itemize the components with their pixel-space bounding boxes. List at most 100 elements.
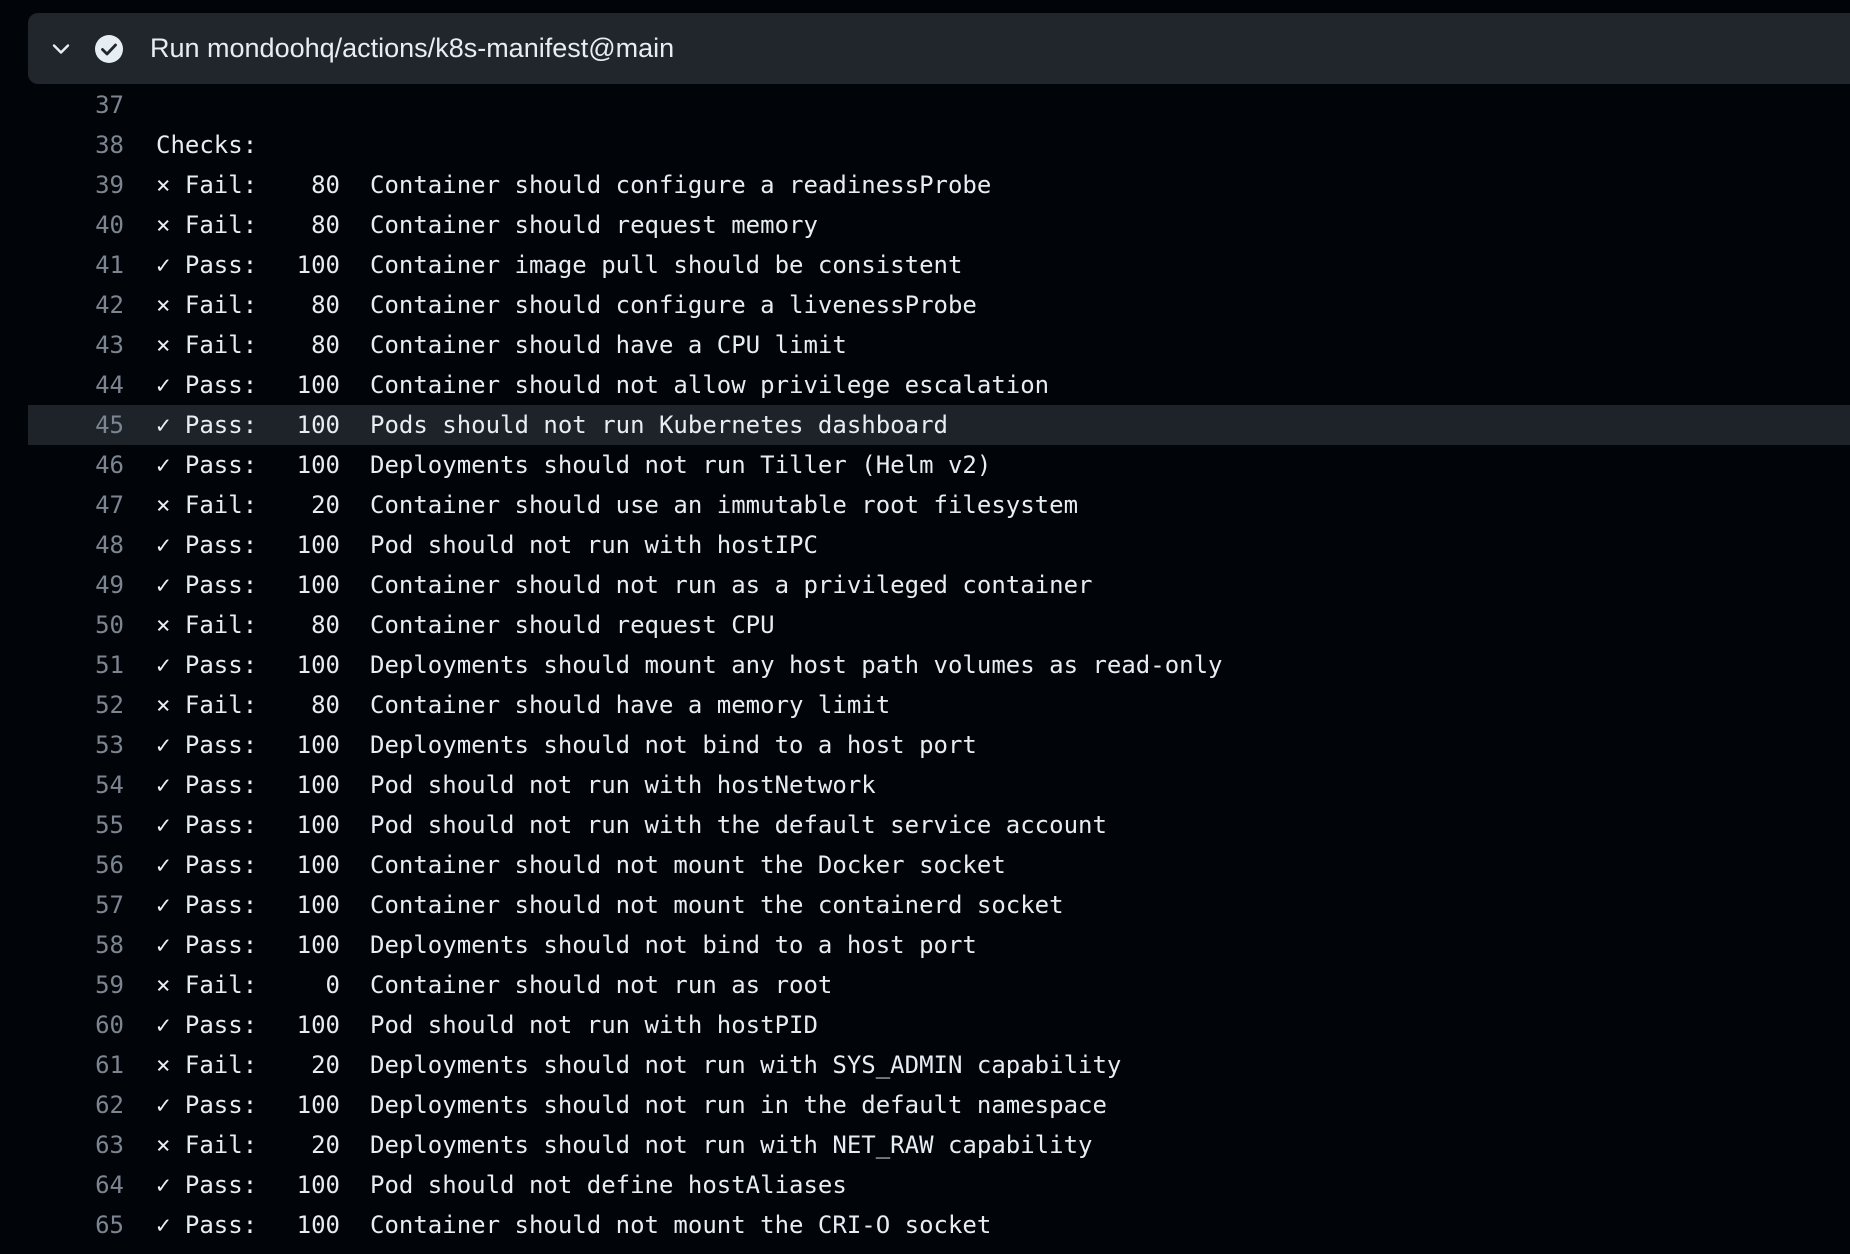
log-line[interactable]: 52 × Fail: 80 Container should have a memor… xyxy=(28,685,1850,725)
line-number[interactable]: 53 xyxy=(28,731,124,759)
line-number[interactable]: 58 xyxy=(28,931,124,959)
check-status: ✓ Pass: xyxy=(156,411,258,439)
check-score: 80 xyxy=(311,611,340,639)
check-status: × Fail: xyxy=(156,291,258,319)
line-number[interactable]: 57 xyxy=(28,891,124,919)
check-description: Container should have a memory limit xyxy=(370,691,891,719)
check-score: 0 xyxy=(325,971,340,999)
check-score: 20 xyxy=(311,491,340,519)
check-description: Container should not mount the CRI-O soc… xyxy=(370,1211,992,1239)
check-score: 100 xyxy=(296,771,340,799)
log-line[interactable]: 58 ✓ Pass: 100 Deployments should not bind … xyxy=(28,925,1850,965)
check-score: 100 xyxy=(296,731,340,759)
line-number[interactable]: 45 xyxy=(28,411,124,439)
check-score: 80 xyxy=(311,331,340,359)
log-line[interactable]: 57 ✓ Pass: 100 Container should not mount t… xyxy=(28,885,1850,925)
check-description: Container should not mount the container… xyxy=(370,891,1064,919)
log-line[interactable]: 42 × Fail: 80 Container should configure a … xyxy=(28,285,1850,325)
check-score: 100 xyxy=(296,451,340,479)
check-score: 100 xyxy=(296,1011,340,1039)
log-line[interactable]: 40 × Fail: 80 Container should request memo… xyxy=(28,205,1850,245)
line-number[interactable]: 62 xyxy=(28,1091,124,1119)
check-description: Deployments should not run with SYS_ADMI… xyxy=(370,1051,1122,1079)
check-score: 80 xyxy=(311,171,340,199)
line-number[interactable]: 40 xyxy=(28,211,124,239)
line-number[interactable]: 47 xyxy=(28,491,124,519)
line-number[interactable]: 37 xyxy=(28,91,124,119)
check-score: 100 xyxy=(296,1171,340,1199)
check-status: ✓ Pass: xyxy=(156,451,258,479)
line-number[interactable]: 63 xyxy=(28,1131,124,1159)
log-line[interactable]: 61 × Fail: 20 Deployments should not run wi… xyxy=(28,1045,1850,1085)
log-line[interactable]: 45 ✓ Pass: 100 Pods should not run Kubernet… xyxy=(28,405,1850,445)
log-line[interactable]: 44 ✓ Pass: 100 Container should not allow p… xyxy=(28,365,1850,405)
line-number[interactable]: 38 xyxy=(28,131,124,159)
line-number[interactable]: 51 xyxy=(28,651,124,679)
log-line[interactable]: 51 ✓ Pass: 100 Deployments should mount any… xyxy=(28,645,1850,685)
log-line[interactable]: 49 ✓ Pass: 100 Container should not run as … xyxy=(28,565,1850,605)
check-status: × Fail: xyxy=(156,171,258,199)
log-line[interactable]: 47 × Fail: 20 Container should use an immut… xyxy=(28,485,1850,525)
check-score: 20 xyxy=(311,1131,340,1159)
log-line[interactable]: 60 ✓ Pass: 100 Pod should not run with host… xyxy=(28,1005,1850,1045)
check-description: Container should use an immutable root f… xyxy=(370,491,1079,519)
line-number[interactable]: 43 xyxy=(28,331,124,359)
line-number[interactable]: 59 xyxy=(28,971,124,999)
job-step: Run mondoohq/actions/k8s-manifest@main 3… xyxy=(28,13,1850,1245)
step-title: Run mondoohq/actions/k8s-manifest@main xyxy=(150,33,675,63)
check-description: Pod should not run with hostIPC xyxy=(370,531,818,559)
check-description: Container should request memory xyxy=(370,211,818,239)
log-line[interactable]: 64 ✓ Pass: 100 Pod should not define hostAl… xyxy=(28,1165,1850,1205)
check-score: 100 xyxy=(296,251,340,279)
log-line[interactable]: 48 ✓ Pass: 100 Pod should not run with host… xyxy=(28,525,1850,565)
line-number[interactable]: 60 xyxy=(28,1011,124,1039)
check-description: Container image pull should be consisten… xyxy=(370,251,963,279)
check-description: Container should not run as a privileged… xyxy=(370,571,1093,599)
check-description: Container should configure a readinessPr… xyxy=(370,171,992,199)
log-line[interactable]: 43 × Fail: 80 Container should have a CPU l… xyxy=(28,325,1850,365)
line-number[interactable]: 44 xyxy=(28,371,124,399)
log-line[interactable]: 55 ✓ Pass: 100 Pod should not run with the … xyxy=(28,805,1850,845)
line-number[interactable]: 42 xyxy=(28,291,124,319)
log-line[interactable]: 53 ✓ Pass: 100 Deployments should not bind … xyxy=(28,725,1850,765)
line-number[interactable]: 41 xyxy=(28,251,124,279)
log-line[interactable]: 39 × Fail: 80 Container should configure a … xyxy=(28,165,1850,205)
log-line[interactable]: 62 ✓ Pass: 100 Deployments should not run i… xyxy=(28,1085,1850,1125)
success-check-icon xyxy=(92,32,126,66)
log-line[interactable]: 38 Checks: xyxy=(28,125,1850,165)
line-number[interactable]: 64 xyxy=(28,1171,124,1199)
line-number[interactable]: 49 xyxy=(28,571,124,599)
line-number[interactable]: 52 xyxy=(28,691,124,719)
log-output: 37 38 Checks: 39 × Fail: 80 Container shoul… xyxy=(28,85,1850,1245)
line-number[interactable]: 39 xyxy=(28,171,124,199)
line-number[interactable]: 46 xyxy=(28,451,124,479)
check-status: × Fail: xyxy=(156,971,258,999)
log-line[interactable]: 56 ✓ Pass: 100 Container should not mount t… xyxy=(28,845,1850,885)
log-line[interactable]: 65 ✓ Pass: 100 Container should not mount t… xyxy=(28,1205,1850,1245)
line-number[interactable]: 48 xyxy=(28,531,124,559)
log-line[interactable]: 54 ✓ Pass: 100 Pod should not run with host… xyxy=(28,765,1850,805)
check-description: Deployments should not bind to a host po… xyxy=(370,731,977,759)
check-description: Deployments should not run Tiller (Helm … xyxy=(370,451,992,479)
check-status: × Fail: xyxy=(156,1051,258,1079)
step-header[interactable]: Run mondoohq/actions/k8s-manifest@main xyxy=(28,13,1850,84)
check-status: ✓ Pass: xyxy=(156,251,258,279)
line-number[interactable]: 50 xyxy=(28,611,124,639)
log-line[interactable]: 63 × Fail: 20 Deployments should not run wi… xyxy=(28,1125,1850,1165)
line-number[interactable]: 54 xyxy=(28,771,124,799)
line-number[interactable]: 65 xyxy=(28,1211,124,1239)
log-line[interactable]: 46 ✓ Pass: 100 Deployments should not run T… xyxy=(28,445,1850,485)
check-status: × Fail: xyxy=(156,611,258,639)
line-number[interactable]: 55 xyxy=(28,811,124,839)
log-line[interactable]: 50 × Fail: 80 Container should request CPU xyxy=(28,605,1850,645)
log-line[interactable]: 59 × Fail: 0 Container should not run as ro… xyxy=(28,965,1850,1005)
check-score: 100 xyxy=(296,931,340,959)
check-description: Container should not mount the Docker so… xyxy=(370,851,1006,879)
log-line[interactable]: 41 ✓ Pass: 100 Container image pull should … xyxy=(28,245,1850,285)
log-line[interactable]: 37 xyxy=(28,85,1850,125)
chevron-down-icon[interactable] xyxy=(44,32,78,66)
line-number[interactable]: 56 xyxy=(28,851,124,879)
check-score: 80 xyxy=(311,691,340,719)
check-status: ✓ Pass: xyxy=(156,731,258,759)
line-number[interactable]: 61 xyxy=(28,1051,124,1079)
